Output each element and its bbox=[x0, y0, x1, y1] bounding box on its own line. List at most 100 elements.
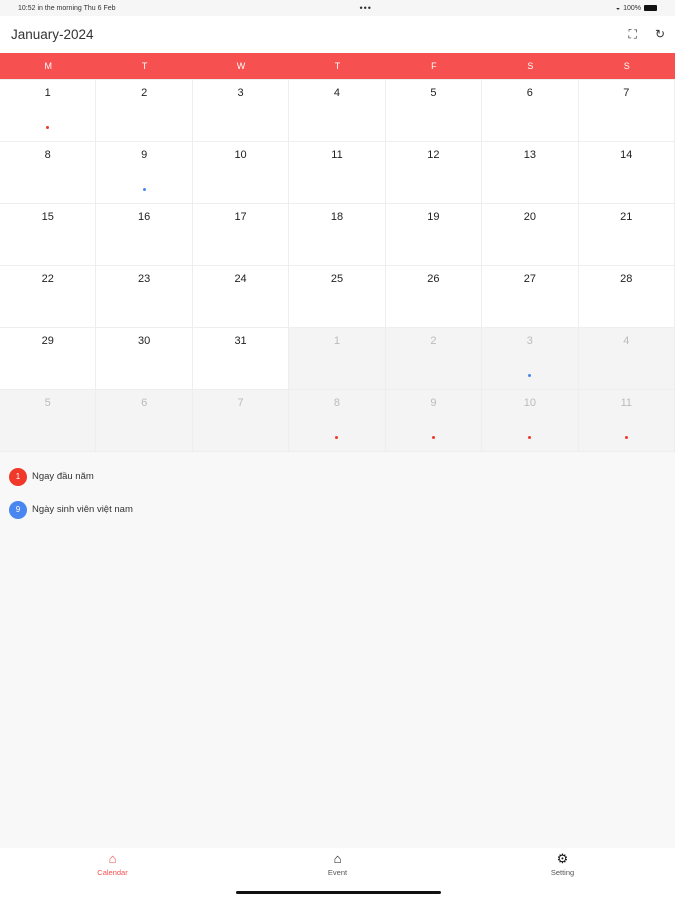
day-number: 10 bbox=[234, 149, 247, 161]
day-number: 4 bbox=[333, 87, 341, 99]
day-cell[interactable]: 23 bbox=[96, 266, 193, 328]
day-cell[interactable]: 30 bbox=[96, 328, 193, 390]
status-time: 10:52 in the morning Thu 6 Feb bbox=[18, 4, 116, 12]
event-name: Ngày sinh viên việt nam bbox=[32, 504, 133, 515]
day-cell[interactable]: 24 bbox=[192, 266, 290, 328]
event-day-badge: 9 bbox=[9, 500, 27, 519]
home-icon: ⌂ bbox=[333, 851, 342, 866]
day-number: 2 bbox=[430, 335, 437, 347]
weekday-label: F bbox=[431, 61, 437, 71]
event-dot bbox=[431, 436, 435, 439]
day-cell[interactable]: 27 bbox=[482, 266, 579, 328]
day-cell[interactable]: 8 bbox=[289, 390, 386, 452]
day-cell[interactable]: 7 bbox=[578, 80, 675, 142]
fullscreen-icon[interactable]: ⛶ bbox=[629, 27, 637, 42]
legend-item[interactable]: 1 Ngay đầu năm bbox=[9, 460, 666, 493]
day-cell[interactable]: 1 bbox=[289, 328, 386, 390]
day-number: 3 bbox=[526, 335, 533, 347]
day-cell[interactable]: 20 bbox=[482, 204, 579, 266]
day-number: 13 bbox=[523, 149, 536, 161]
day-number: 10 bbox=[523, 397, 536, 409]
day-number: 1 bbox=[333, 335, 341, 347]
day-number: 14 bbox=[620, 149, 633, 161]
tab-setting[interactable]: ⚙ Setting bbox=[450, 848, 675, 900]
day-cell[interactable]: 3 bbox=[192, 80, 290, 142]
day-number: 6 bbox=[526, 87, 533, 99]
day-cell[interactable]: 5 bbox=[0, 390, 97, 452]
day-number: 8 bbox=[333, 397, 341, 409]
day-cell[interactable]: 5 bbox=[385, 80, 483, 142]
day-cell[interactable]: 10 bbox=[192, 142, 290, 204]
day-number: 7 bbox=[623, 87, 630, 99]
month-title: January-2024 bbox=[11, 27, 94, 42]
day-cell[interactable]: 11 bbox=[289, 142, 386, 204]
day-number: 26 bbox=[427, 273, 440, 285]
day-cell[interactable]: 4 bbox=[578, 328, 675, 390]
day-cell[interactable]: 28 bbox=[578, 266, 675, 328]
day-cell[interactable]: 12 bbox=[385, 142, 483, 204]
day-cell[interactable]: 18 bbox=[289, 204, 386, 266]
day-number: 4 bbox=[623, 335, 630, 347]
day-cell[interactable]: 3 bbox=[482, 328, 579, 390]
day-number: 5 bbox=[430, 87, 437, 99]
event-dot bbox=[528, 436, 532, 439]
battery-percent: 100% bbox=[623, 4, 641, 12]
weekday-header: M T W T F S S bbox=[0, 53, 675, 79]
day-cell[interactable]: 17 bbox=[192, 204, 290, 266]
day-cell[interactable]: 14 bbox=[578, 142, 675, 204]
day-cell[interactable]: 22 bbox=[0, 266, 97, 328]
day-cell[interactable]: 6 bbox=[96, 390, 193, 452]
tab-label: Setting bbox=[550, 868, 575, 877]
day-cell[interactable]: 4 bbox=[289, 80, 386, 142]
day-number: 23 bbox=[138, 273, 151, 285]
day-cell[interactable]: 9 bbox=[96, 142, 193, 204]
day-number: 27 bbox=[523, 273, 536, 285]
day-cell[interactable]: 25 bbox=[289, 266, 386, 328]
day-cell[interactable]: 10 bbox=[482, 390, 579, 452]
day-cell[interactable]: 19 bbox=[385, 204, 483, 266]
day-number: 18 bbox=[330, 211, 344, 223]
day-number: 19 bbox=[427, 211, 440, 223]
day-number: 21 bbox=[620, 211, 633, 223]
day-number: 16 bbox=[138, 211, 151, 223]
day-cell[interactable]: 26 bbox=[385, 266, 483, 328]
day-cell[interactable]: 9 bbox=[385, 390, 483, 452]
refresh-icon[interactable]: ↻ bbox=[655, 27, 665, 42]
weekday-label: T bbox=[141, 61, 148, 71]
day-number: 28 bbox=[620, 273, 633, 285]
event-dot bbox=[624, 436, 628, 439]
day-cell[interactable]: 6 bbox=[482, 80, 579, 142]
day-number: 25 bbox=[330, 273, 344, 285]
day-number: 6 bbox=[141, 397, 148, 409]
event-name: Ngay đầu năm bbox=[32, 471, 94, 482]
day-number: 31 bbox=[234, 335, 247, 347]
day-number: 24 bbox=[234, 273, 247, 285]
weekday-label: W bbox=[236, 61, 246, 71]
day-cell[interactable]: 8 bbox=[0, 142, 97, 204]
day-cell[interactable]: 2 bbox=[385, 328, 483, 390]
day-cell[interactable]: 21 bbox=[578, 204, 675, 266]
day-cell[interactable]: 1 bbox=[0, 80, 97, 142]
day-cell[interactable]: 16 bbox=[96, 204, 193, 266]
home-icon: ⌂ bbox=[108, 851, 117, 866]
home-indicator[interactable] bbox=[236, 891, 441, 894]
event-legend: 1 Ngay đầu năm 9 Ngày sinh viên việt nam bbox=[0, 452, 675, 534]
day-cell[interactable]: 29 bbox=[0, 328, 97, 390]
day-cell[interactable]: 2 bbox=[96, 80, 193, 142]
day-number: 1 bbox=[44, 87, 51, 99]
day-cell[interactable]: 13 bbox=[482, 142, 579, 204]
day-number: 29 bbox=[41, 335, 54, 347]
day-cell[interactable]: 11 bbox=[578, 390, 675, 452]
day-number: 2 bbox=[141, 87, 148, 99]
day-cell[interactable]: 31 bbox=[192, 328, 290, 390]
day-number: 3 bbox=[237, 87, 244, 99]
day-cell[interactable]: 7 bbox=[192, 390, 290, 452]
weekday-label: S bbox=[527, 61, 534, 71]
tab-label: Event bbox=[327, 868, 348, 877]
day-cell[interactable]: 15 bbox=[0, 204, 97, 266]
multitask-dots[interactable]: ••• bbox=[359, 3, 371, 13]
legend-item[interactable]: 9 Ngày sinh viên việt nam bbox=[9, 493, 666, 526]
day-number: 17 bbox=[234, 211, 247, 223]
tab-calendar[interactable]: ⌂ Calendar bbox=[0, 848, 225, 900]
weekday-label: T bbox=[334, 61, 341, 71]
